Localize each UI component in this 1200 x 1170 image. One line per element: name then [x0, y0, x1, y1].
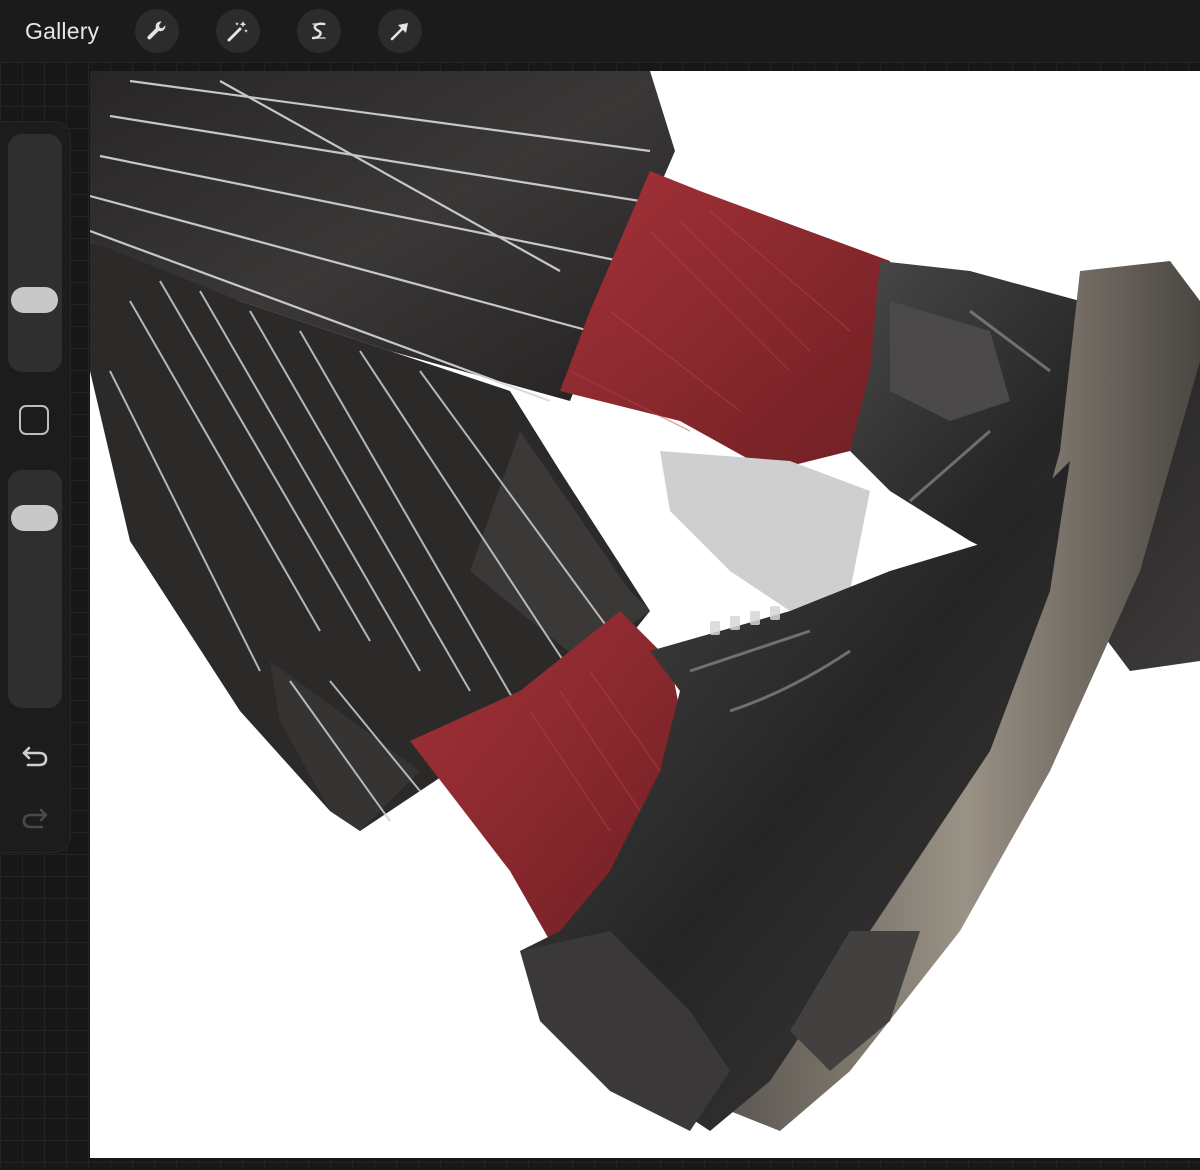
- artwork: [90, 71, 1200, 1131]
- undo-icon: [22, 746, 48, 767]
- top-toolbar: Gallery: [0, 0, 1200, 62]
- wrench-icon: [147, 21, 166, 40]
- modify-button[interactable]: [19, 405, 49, 435]
- brush-size-thumb[interactable]: [11, 286, 58, 313]
- opacity-slider[interactable]: [8, 470, 62, 708]
- redo-icon: [22, 808, 48, 829]
- left-sidebar: [0, 122, 70, 852]
- magic-wand-icon: [227, 21, 248, 42]
- selection-s-icon: [311, 22, 326, 40]
- brush-size-slider[interactable]: [8, 134, 62, 372]
- drawing-canvas[interactable]: [90, 71, 1200, 1158]
- gallery-button[interactable]: Gallery: [25, 15, 99, 47]
- opacity-thumb[interactable]: [11, 504, 58, 531]
- redo-button[interactable]: [19, 802, 51, 834]
- transform-arrow-icon: [390, 23, 408, 41]
- undo-button[interactable]: [19, 740, 51, 772]
- adjustments-button[interactable]: [216, 9, 260, 53]
- transform-button[interactable]: [378, 9, 422, 53]
- selection-button[interactable]: [297, 9, 341, 53]
- actions-button[interactable]: [135, 9, 179, 53]
